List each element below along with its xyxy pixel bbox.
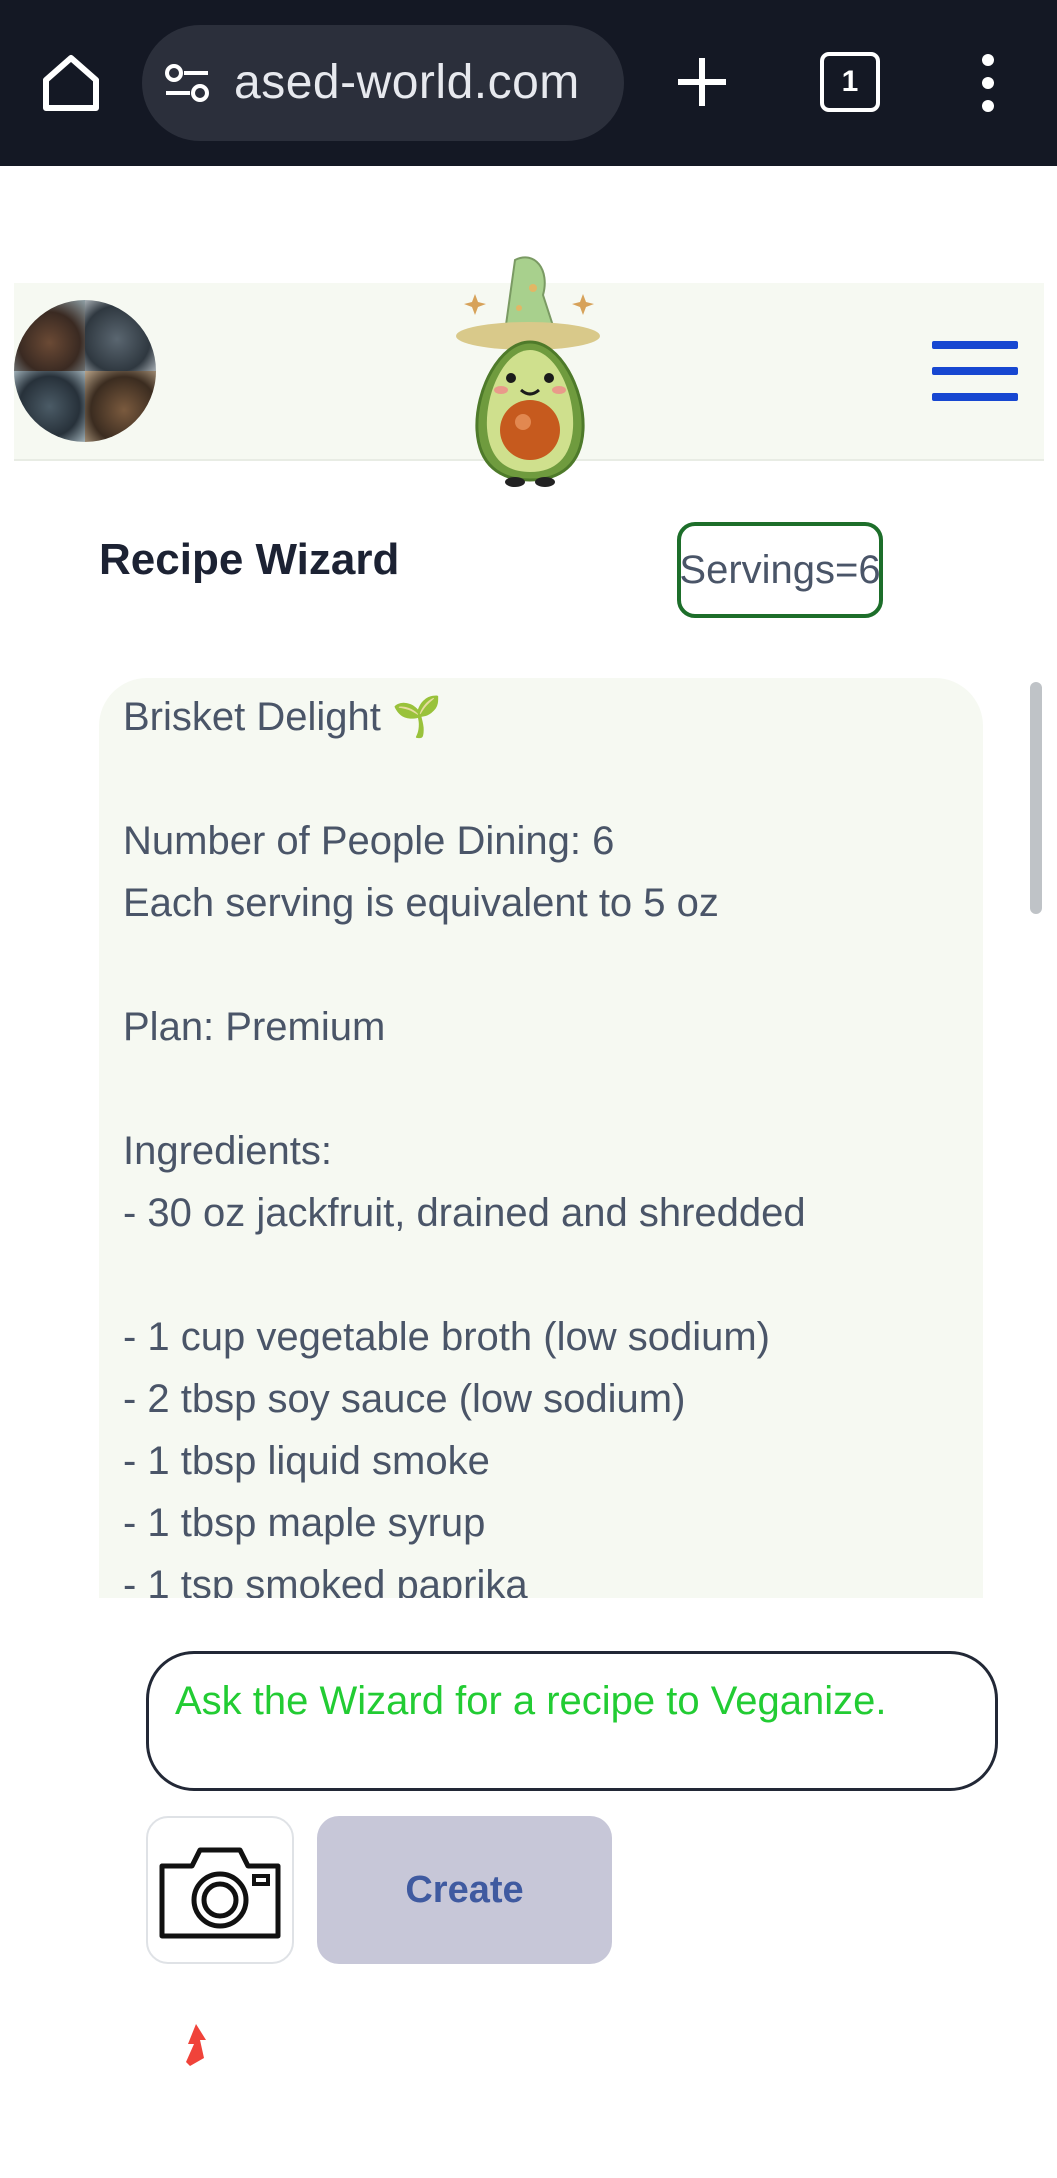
pointer-cursor-icon <box>186 2024 206 2066</box>
new-tab-icon[interactable] <box>672 52 732 112</box>
prompt-placeholder: Ask the Wizard for a recipe to Veganize. <box>175 1679 887 1723</box>
recipe-line <box>123 1058 963 1120</box>
recipe-line: - 2 tbsp soy sauce (low sodium) <box>123 1377 686 1421</box>
url-text[interactable]: ased-world.com <box>234 55 580 110</box>
recipe-line <box>123 748 963 810</box>
create-button[interactable]: Create <box>317 1816 612 1964</box>
hamburger-menu-icon[interactable] <box>932 341 1018 401</box>
recipe-line: - 1 tbsp maple syrup <box>123 1501 486 1545</box>
recipe-line: Brisket Delight 🌱 <box>123 695 442 739</box>
tab-count: 1 <box>820 52 880 112</box>
tab-switcher-button[interactable]: 1 <box>820 52 880 112</box>
servings-badge[interactable]: Servings=6 <box>677 522 883 618</box>
page-title: Recipe Wizard <box>99 535 400 584</box>
more-options-icon[interactable] <box>968 52 1008 114</box>
address-bar[interactable]: ased-world.com <box>142 25 624 141</box>
camera-button[interactable] <box>146 1816 294 1964</box>
browser-toolbar: ased-world.com 1 <box>0 0 1057 166</box>
site-settings-icon[interactable] <box>164 63 210 103</box>
recipe-line: Number of People Dining: 6 <box>123 819 615 863</box>
recipe-line <box>123 934 963 996</box>
recipe-line: - 1 cup vegetable broth (low sodium) <box>123 1315 770 1359</box>
recipe-scrollbar-thumb[interactable] <box>1030 682 1042 914</box>
recipe-output-panel[interactable]: Brisket Delight 🌱 Number of People Dinin… <box>99 678 983 1598</box>
recipe-line: - 1 tbsp liquid smoke <box>123 1439 490 1483</box>
recipe-line: - 1 tsp smoked paprika <box>123 1563 528 1598</box>
avatar[interactable] <box>14 300 156 442</box>
recipe-line: Each serving is equivalent to 5 oz <box>123 881 719 925</box>
recipe-prompt-input[interactable]: Ask the Wizard for a recipe to Veganize. <box>146 1651 998 1791</box>
recipe-line: Plan: Premium <box>123 1005 386 1049</box>
camera-icon <box>159 1847 281 1939</box>
recipe-line: Ingredients: <box>123 1129 333 1173</box>
avocado-wizard-icon <box>456 256 600 487</box>
recipe-text: Brisket Delight 🌱 Number of People Dinin… <box>123 686 963 1598</box>
recipe-line <box>123 1244 963 1306</box>
recipe-line: - 30 oz jackfruit, drained and shredded <box>123 1191 806 1235</box>
home-icon[interactable] <box>38 50 104 116</box>
